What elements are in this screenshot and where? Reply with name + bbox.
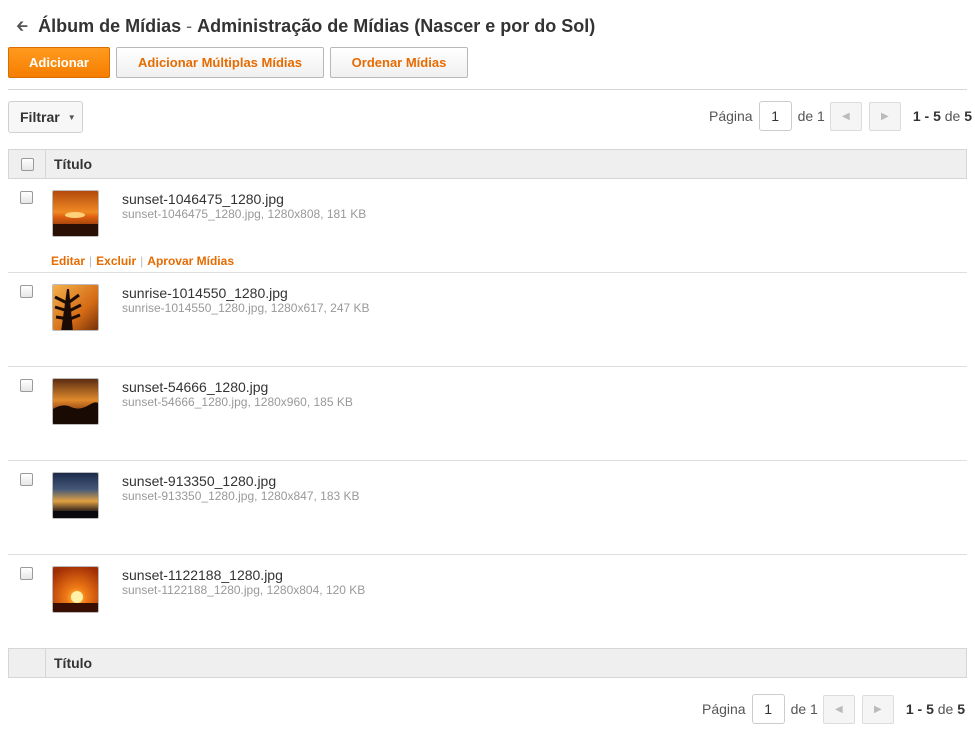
table-row: sunset-913350_1280.jpg sunset-913350_128… [8, 461, 967, 555]
caret-down-icon: ▼ [67, 112, 76, 122]
pager-bottom: Página de 1 ◀ ▶ 1 - 5 de 5 [702, 694, 965, 724]
action-separator: | [89, 254, 93, 268]
filter-label: Filtrar [20, 109, 60, 125]
file-meta: sunset-1122188_1280.jpg, 1280x804, 120 K… [122, 583, 366, 597]
file-meta: sunrise-1014550_1280.jpg, 1280x617, 247 … [122, 301, 370, 315]
table-footer-header: Título [8, 648, 967, 678]
row-checkbox[interactable] [20, 473, 33, 486]
file-meta: sunset-913350_1280.jpg, 1280x847, 183 KB [122, 489, 360, 503]
file-name-link[interactable]: sunrise-1014550_1280.jpg [122, 285, 288, 301]
range-total: 5 [957, 701, 966, 717]
thumbnail-image[interactable] [52, 472, 99, 519]
chevron-left-icon[interactable]: ◀ [822, 694, 855, 724]
thumbnail-image[interactable] [52, 378, 99, 425]
page-number-input[interactable] [751, 694, 785, 724]
order-media-button[interactable]: Ordenar Mídias [330, 47, 468, 78]
toolbar: Adicionar Adicionar Múltiplas Mídias Ord… [8, 47, 468, 78]
table-row: sunset-54666_1280.jpg sunset-54666_1280.… [8, 367, 967, 461]
range-of-label: de [944, 108, 961, 124]
footer-check-cell [9, 649, 46, 677]
pager-top: Página de 1 ◀ ▶ 1 - 5 de 5 [709, 101, 972, 131]
page-label: Página [702, 701, 746, 717]
chevron-right-icon[interactable]: ▶ [861, 694, 894, 724]
table-row: sunrise-1014550_1280.jpg sunrise-1014550… [8, 273, 967, 367]
result-range: 1 - 5 de 5 [913, 108, 972, 124]
thumbnail-image[interactable] [52, 284, 99, 331]
file-meta: sunset-54666_1280.jpg, 1280x960, 185 KB [122, 395, 353, 409]
back-arrow-icon[interactable]: 🡰 [16, 19, 28, 34]
page-title: Álbum de Mídias [38, 15, 182, 36]
file-name-link[interactable]: sunset-913350_1280.jpg [122, 473, 276, 489]
table-row: sunset-1046475_1280.jpg sunset-1046475_1… [8, 179, 967, 273]
range-value: 1 - 5 [905, 701, 934, 717]
table-row: sunset-1122188_1280.jpg sunset-1122188_1… [8, 555, 967, 649]
range-value: 1 - 5 [912, 108, 941, 124]
page-of-label: de 1 [790, 701, 818, 717]
thumbnail-image[interactable] [52, 190, 99, 237]
page-subtitle: Administração de Mídias (Nascer e por do… [197, 15, 596, 36]
chevron-right-icon[interactable]: ▶ [868, 101, 901, 131]
file-name-link[interactable]: sunset-54666_1280.jpg [122, 379, 268, 395]
action-separator: | [140, 254, 144, 268]
row-checkbox[interactable] [20, 567, 33, 580]
add-button[interactable]: Adicionar [8, 47, 110, 78]
table-header: Título [8, 149, 967, 179]
page-label: Página [709, 108, 753, 124]
select-all-cell [9, 150, 46, 178]
file-meta: sunset-1046475_1280.jpg, 1280x808, 181 K… [122, 207, 367, 221]
page-number-input[interactable] [758, 101, 792, 131]
page-header: 🡰 Álbum de Mídias - Administração de Míd… [16, 13, 595, 39]
add-multiple-button[interactable]: Adicionar Múltiplas Mídias [116, 47, 324, 78]
range-total: 5 [964, 108, 973, 124]
toolbar-divider [8, 89, 967, 90]
approve-media-link[interactable]: Aprovar Mídias [147, 254, 234, 268]
column-title[interactable]: Título [46, 655, 92, 671]
result-range: 1 - 5 de 5 [906, 701, 965, 717]
row-actions: Editar | Excluir | Aprovar Mídias [51, 254, 234, 268]
filter-button[interactable]: Filtrar ▼ [8, 101, 83, 133]
thumbnail-image[interactable] [52, 566, 99, 613]
edit-link[interactable]: Editar [51, 254, 85, 268]
file-name-link[interactable]: sunset-1122188_1280.jpg [122, 567, 283, 583]
delete-link[interactable]: Excluir [96, 254, 136, 268]
row-checkbox[interactable] [20, 379, 33, 392]
select-all-checkbox[interactable] [20, 157, 34, 171]
file-name-link[interactable]: sunset-1046475_1280.jpg [122, 191, 284, 207]
page-of-label: de 1 [797, 108, 825, 124]
column-title[interactable]: Título [46, 156, 92, 172]
row-checkbox[interactable] [20, 285, 33, 298]
title-separator: - [186, 15, 193, 36]
chevron-left-icon[interactable]: ◀ [829, 101, 862, 131]
row-checkbox[interactable] [20, 191, 33, 204]
range-of-label: de [937, 701, 954, 717]
